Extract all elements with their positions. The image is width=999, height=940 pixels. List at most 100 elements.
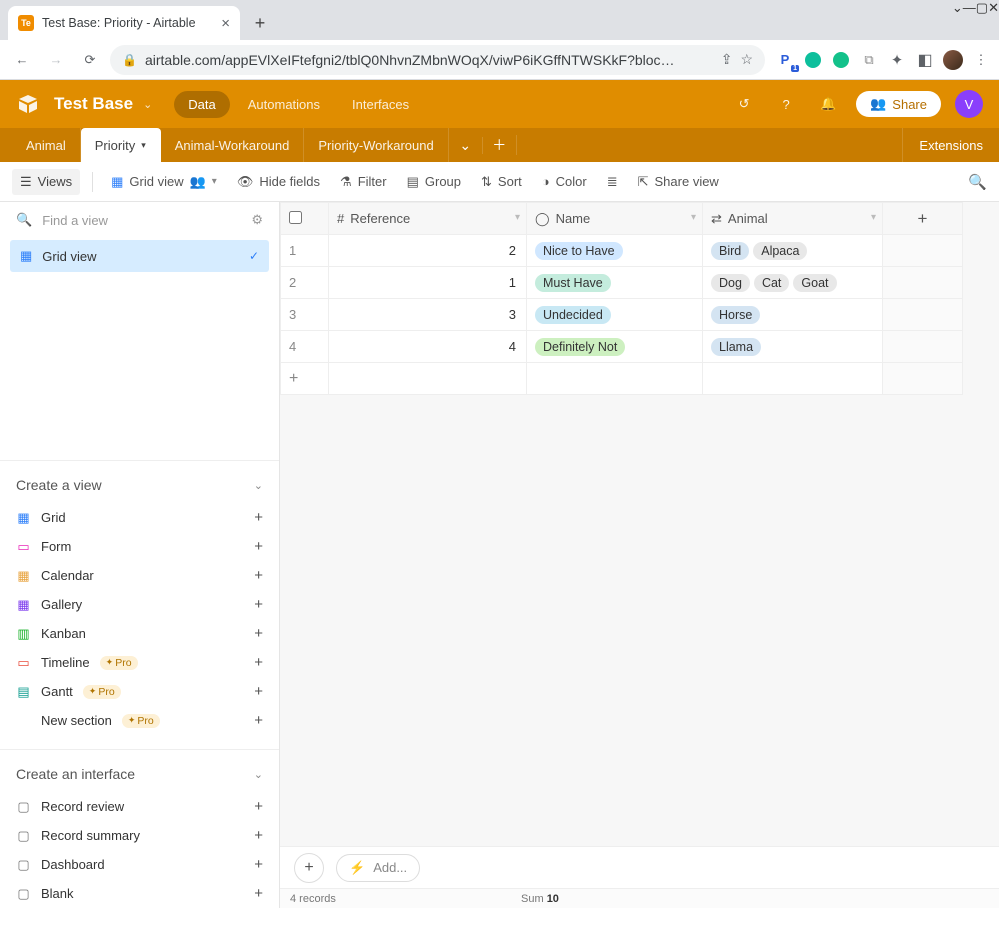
reading-list-icon[interactable]: ◧ [915, 50, 935, 70]
plus-icon[interactable]: + [254, 596, 263, 613]
table-row[interactable]: 3 3 Undecided Horse [281, 299, 963, 331]
create-view-gantt[interactable]: ▤GanttPro+ [0, 677, 279, 706]
nav-back-button[interactable]: ← [8, 46, 36, 74]
animal-pill[interactable]: Cat [754, 274, 789, 292]
select-all-header[interactable] [281, 203, 329, 235]
extensions-icon[interactable]: ✦ [887, 50, 907, 70]
base-menu-caret-icon[interactable]: ⌄ [143, 98, 152, 111]
create-view-form[interactable]: ▭Form+ [0, 532, 279, 561]
find-view-input[interactable]: 🔍 Find a view ⚙ [0, 202, 279, 238]
create-interface-dashboard[interactable]: ▢Dashboard+ [0, 850, 279, 879]
new-tab-button[interactable]: + [246, 9, 274, 37]
chevron-down-icon[interactable]: ▾ [141, 140, 146, 151]
table-tab-animal[interactable]: Animal [12, 128, 81, 162]
table-tab-priority[interactable]: Priority▾ [81, 128, 161, 162]
table-tab-priority-workaround[interactable]: Priority-Workaround [304, 128, 448, 162]
table-menu-caret-icon[interactable]: ⌄ [449, 137, 483, 154]
create-view-section[interactable]: Create a view⌄ [0, 467, 279, 503]
plus-icon[interactable]: + [254, 885, 263, 902]
extension-p-icon[interactable]: P1 [775, 50, 795, 70]
notifications-icon[interactable]: 🔔 [814, 90, 842, 118]
settings-icon[interactable]: ⚙ [251, 212, 263, 228]
row-height-button[interactable]: ≣ [601, 169, 624, 195]
animal-pill[interactable]: Bird [711, 242, 749, 260]
plus-icon[interactable]: + [254, 654, 263, 671]
create-view-timeline[interactable]: ▭TimelinePro+ [0, 648, 279, 677]
animal-pill[interactable]: Alpaca [753, 242, 807, 260]
help-icon[interactable]: ? [772, 90, 800, 118]
extension-green1-icon[interactable] [803, 50, 823, 70]
cell-animal[interactable]: DogCatGoat [703, 267, 883, 299]
cell-animal[interactable]: Llama [703, 331, 883, 363]
create-view-grid[interactable]: ▦Grid+ [0, 503, 279, 532]
add-row[interactable]: + [281, 363, 963, 395]
cell-name[interactable]: Undecided [527, 299, 703, 331]
create-view-gallery[interactable]: ▦Gallery+ [0, 590, 279, 619]
plus-icon[interactable]: + [254, 509, 263, 526]
app-logo-icon[interactable] [16, 92, 40, 116]
add-row-plus[interactable]: + [281, 363, 329, 395]
history-icon[interactable]: ↺ [730, 90, 758, 118]
cell-animal[interactable]: Horse [703, 299, 883, 331]
cell-reference[interactable]: 4 [329, 331, 527, 363]
plus-icon[interactable]: + [254, 683, 263, 700]
plus-icon[interactable]: + [254, 798, 263, 815]
tab-close-icon[interactable]: × [221, 15, 230, 32]
create-view-calendar[interactable]: ▦Calendar+ [0, 561, 279, 590]
plus-icon[interactable]: + [254, 567, 263, 584]
share-view-button[interactable]: ⇱Share view [632, 169, 725, 195]
animal-pill[interactable]: Dog [711, 274, 750, 292]
table-tab-animal-workaround[interactable]: Animal-Workaround [161, 128, 305, 162]
search-icon[interactable]: 🔍 [968, 173, 987, 191]
nav-forward-button[interactable]: → [42, 46, 70, 74]
row-number[interactable]: 3 [281, 299, 329, 331]
chevron-down-icon[interactable]: ▾ [691, 212, 696, 223]
bookmark-icon[interactable]: ☆ [740, 51, 753, 68]
nav-reload-button[interactable]: ⟳ [76, 46, 104, 74]
row-number[interactable]: 2 [281, 267, 329, 299]
sort-button[interactable]: ⇅Sort [475, 169, 528, 195]
cell-reference[interactable]: 3 [329, 299, 527, 331]
cell-empty[interactable] [883, 299, 963, 331]
column-animal[interactable]: ⇄Animal▾ [703, 203, 883, 235]
chevron-down-icon[interactable]: ▾ [871, 212, 876, 223]
extension-green2-icon[interactable] [831, 50, 851, 70]
create-interface-section[interactable]: Create an interface⌄ [0, 756, 279, 792]
group-button[interactable]: ▤Group [401, 169, 467, 195]
add-menu-button[interactable]: ⚡Add... [336, 854, 420, 882]
table-row[interactable]: 4 4 Definitely Not Llama [281, 331, 963, 363]
plus-icon[interactable]: + [254, 538, 263, 555]
column-name[interactable]: ◯Name▾ [527, 203, 703, 235]
extensions-link[interactable]: Extensions [902, 128, 999, 162]
current-view-button[interactable]: ▦Grid view👥▾ [105, 169, 223, 195]
create-interface-blank[interactable]: ▢Blank+ [0, 879, 279, 908]
extension-box-icon[interactable]: ⧉ [859, 50, 879, 70]
cell-animal[interactable]: BirdAlpaca [703, 235, 883, 267]
cell-empty[interactable] [883, 267, 963, 299]
plus-icon[interactable]: + [254, 625, 263, 642]
add-record-button[interactable]: + [294, 853, 324, 883]
table-row[interactable]: 2 1 Must Have DogCatGoat [281, 267, 963, 299]
cell-name[interactable]: Definitely Not [527, 331, 703, 363]
color-button[interactable]: ◑Color [536, 169, 593, 194]
create-interface-record-review[interactable]: ▢Record review+ [0, 792, 279, 821]
profile-avatar[interactable] [943, 50, 963, 70]
browser-tab[interactable]: Te Test Base: Priority - Airtable × [8, 6, 240, 40]
row-number[interactable]: 4 [281, 331, 329, 363]
plus-icon[interactable]: + [254, 856, 263, 873]
row-number[interactable]: 1 [281, 235, 329, 267]
views-toggle-button[interactable]: ☰Views [12, 169, 80, 195]
animal-pill[interactable]: Horse [711, 306, 760, 324]
column-reference[interactable]: #Reference▾ [329, 203, 527, 235]
nav-data[interactable]: Data [174, 91, 229, 118]
animal-pill[interactable]: Goat [793, 274, 836, 292]
base-name[interactable]: Test Base [54, 94, 133, 114]
create-interface-record-summary[interactable]: ▢Record summary+ [0, 821, 279, 850]
window-close-icon[interactable]: ✕ [988, 0, 999, 16]
share-button[interactable]: 👥 Share [856, 91, 941, 117]
hide-fields-button[interactable]: 👁Hide fields [231, 169, 326, 195]
add-table-button[interactable]: ＋ [483, 135, 517, 155]
chrome-menu-icon[interactable]: ⋮ [971, 50, 991, 70]
window-minimize-icon[interactable]: ― [963, 0, 976, 16]
sidebar-view-grid[interactable]: ▦ Grid view ✓ [10, 240, 269, 272]
